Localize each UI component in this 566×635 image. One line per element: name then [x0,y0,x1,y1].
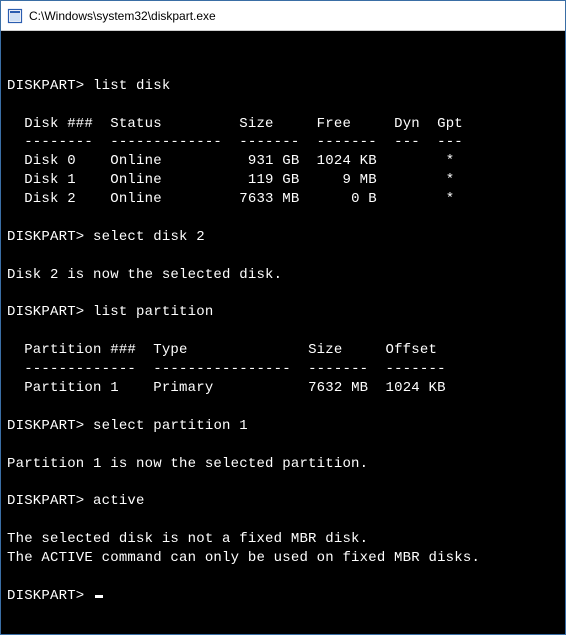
disk-gpt: * [446,172,455,188]
disk-gpt: * [446,153,455,169]
disk-free: 1024 KB [317,153,377,169]
prompt: DISKPART> [7,588,84,604]
col-gpt: Gpt [437,116,463,132]
sep: ------------- [110,134,222,150]
message: Partition 1 is now the selected partitio… [7,456,368,472]
prompt: DISKPART> [7,78,84,94]
command: active [93,493,145,509]
prompt: DISKPART> [7,229,84,245]
sep: ------------- [24,361,136,377]
window-title: C:\Windows\system32\diskpart.exe [29,9,216,23]
command: select disk 2 [93,229,205,245]
prompt: DISKPART> [7,418,84,434]
col-type: Type [153,342,187,358]
sep: -------- [24,134,93,150]
col-dyn: Dyn [394,116,420,132]
part-type: Primary [153,380,213,396]
disk-free: 9 MB [342,172,376,188]
disk-id: Disk 1 [24,172,76,188]
part-size: 7632 MB [308,380,368,396]
disk-free: 0 B [351,191,377,207]
disk-id: Disk 2 [24,191,76,207]
col-part: Partition ### [24,342,136,358]
col-offset: Offset [385,342,437,358]
sep: ------- [239,134,299,150]
col-size: Size [308,342,342,358]
sep: ------- [308,361,368,377]
disk-status: Online [110,191,162,207]
col-status: Status [110,116,162,132]
command: select partition 1 [93,418,248,434]
window-titlebar[interactable]: C:\Windows\system32\diskpart.exe [1,1,565,31]
sep: ------- [385,361,445,377]
col-size: Size [239,116,273,132]
disk-gpt: * [446,191,455,207]
app-icon [7,8,23,24]
error-message: The selected disk is not a fixed MBR dis… [7,531,368,547]
disk-status: Online [110,172,162,188]
sep: ---------------- [153,361,291,377]
sep: --- [437,134,463,150]
part-id: Partition 1 [24,380,119,396]
command: list partition [93,304,213,320]
col-free: Free [317,116,351,132]
prompt: DISKPART> [7,304,84,320]
command: list disk [93,78,170,94]
disk-size: 931 GB [248,153,300,169]
disk-id: Disk 0 [24,153,76,169]
part-offset: 1024 KB [386,380,446,396]
cursor [95,595,103,598]
message: Disk 2 is now the selected disk. [7,267,282,283]
col-disk: Disk ### [24,116,93,132]
disk-size: 7633 MB [239,191,299,207]
terminal-output[interactable]: DISKPART> list disk Disk ### Status Size… [1,31,565,634]
disk-size: 119 GB [248,172,300,188]
blank-line [7,59,16,75]
sep: ------- [317,134,377,150]
disk-status: Online [110,153,162,169]
error-message: The ACTIVE command can only be used on f… [7,550,480,566]
sep: --- [394,134,420,150]
prompt: DISKPART> [7,493,84,509]
